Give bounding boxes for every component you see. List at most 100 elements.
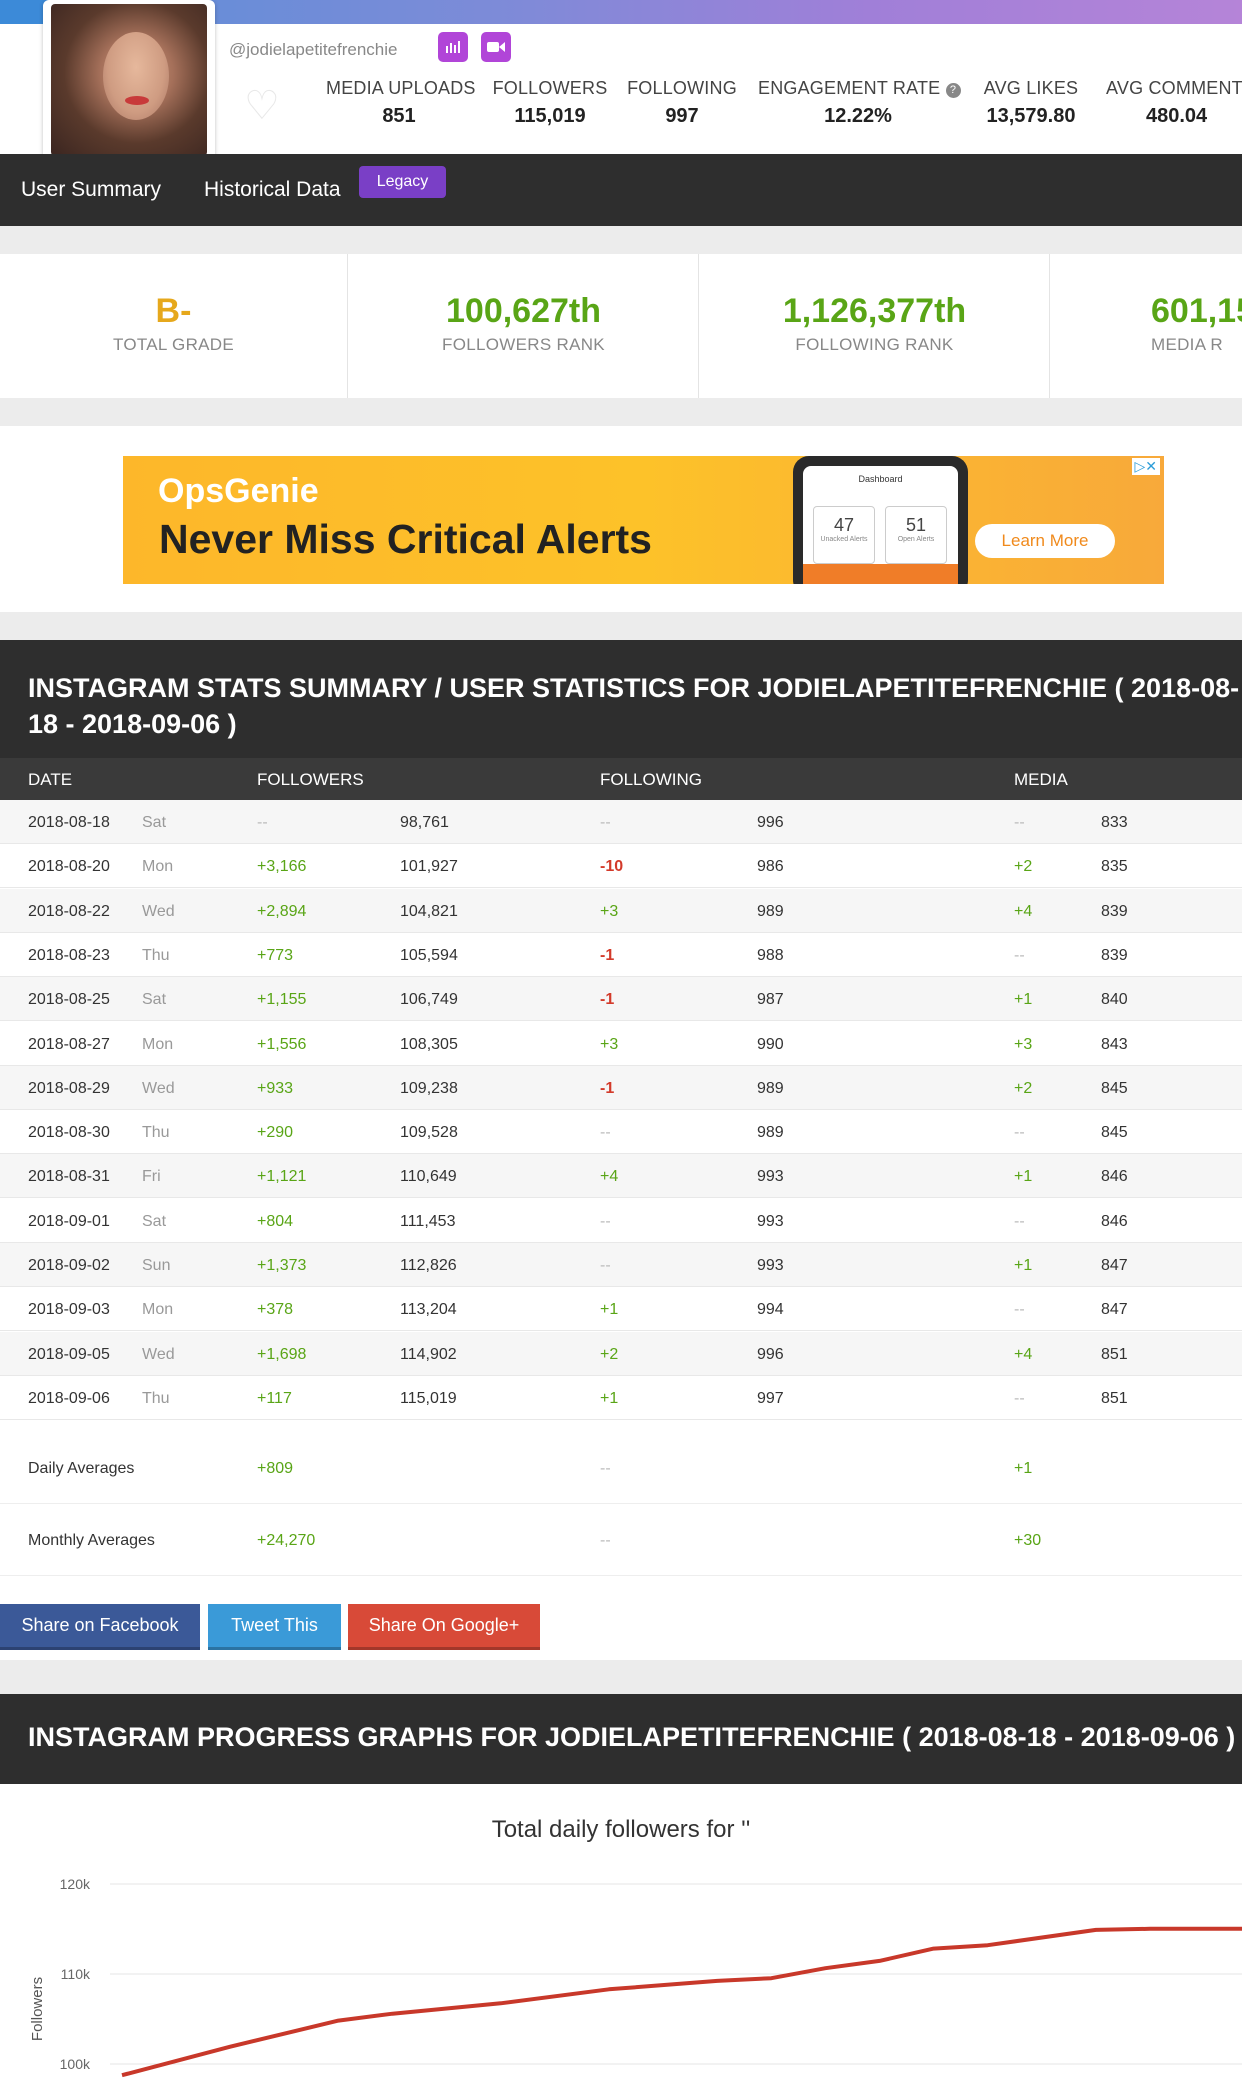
adchoices-icon[interactable]: ▷✕ bbox=[1131, 458, 1160, 475]
stats-summary: INSTAGRAM STATS SUMMARY / USER STATISTIC… bbox=[0, 612, 1242, 1660]
stat-media-uploads: MEDIA UPLOADS 851 bbox=[326, 78, 476, 127]
cell-date: 2018-08-30 bbox=[28, 1124, 110, 1142]
cell-media: 847 bbox=[1101, 1301, 1128, 1319]
cell-media: 846 bbox=[1101, 1212, 1128, 1230]
cell-gchg: -- bbox=[600, 814, 611, 831]
cell-media: 845 bbox=[1101, 1079, 1128, 1097]
learn-more-button[interactable]: Learn More bbox=[975, 524, 1115, 558]
cell-day: Sun bbox=[142, 1257, 171, 1274]
cell-mchg: -- bbox=[1014, 814, 1025, 831]
top-nav: User Summary Historical Data Legacy bbox=[0, 154, 1242, 226]
cell-fol: 108,305 bbox=[400, 1035, 458, 1053]
help-icon[interactable]: ? bbox=[945, 83, 961, 98]
stat-avg-likes: AVG LIKES 13,579.80 bbox=[983, 78, 1079, 127]
avatar[interactable] bbox=[43, 0, 215, 164]
cell-day: Mon bbox=[142, 858, 174, 876]
stat-engagement-rate: ENGAGEMENT RATE ? 12.22% bbox=[758, 78, 961, 128]
cell-gchg: +3 bbox=[600, 1035, 619, 1053]
daily-averages-row: Daily Averages +809 -- +1 bbox=[0, 1432, 1242, 1504]
cell-fol: 109,238 bbox=[400, 1079, 458, 1097]
cell-fol: 98,761 bbox=[400, 814, 449, 831]
followers-series-line bbox=[121, 1926, 1242, 2078]
cell-mchg: +3 bbox=[1014, 1035, 1033, 1053]
cell-media: 839 bbox=[1101, 946, 1128, 964]
cell-fchg: +290 bbox=[257, 1124, 294, 1142]
heart-icon[interactable]: ♡ bbox=[244, 86, 284, 126]
cell-date: 2018-08-18 bbox=[28, 814, 110, 831]
stat-followers: FOLLOWERS 115,019 bbox=[492, 78, 608, 127]
cell-mchg: +1 bbox=[1014, 991, 1033, 1009]
cell-fol: 101,927 bbox=[400, 858, 458, 876]
cell-gchg: -1 bbox=[600, 946, 615, 964]
table-row: 2018-09-02 Sun +1,373 112,826 -- 993 +1 847 bbox=[0, 1243, 1242, 1287]
stat-avg-comments: AVG COMMENTS 480.04 bbox=[1106, 78, 1242, 127]
ad-headline: Never Miss Critical Alerts bbox=[159, 516, 652, 562]
cell-fol: 110,649 bbox=[400, 1168, 457, 1186]
nav-historical-data[interactable]: Historical Data bbox=[204, 178, 341, 202]
cell-fol: 106,749 bbox=[400, 991, 458, 1009]
chart-title: Total daily followers for '' bbox=[491, 1816, 751, 1843]
cell-date: 2018-08-22 bbox=[28, 902, 110, 920]
table-row: 2018-09-05 Wed +1,698 114,902 +2 996 +4 851 bbox=[0, 1331, 1242, 1376]
legacy-badge[interactable]: Legacy bbox=[359, 166, 446, 198]
cell-fchg: +933 bbox=[257, 1079, 294, 1097]
cell-media: 847 bbox=[1101, 1257, 1128, 1274]
video-icon[interactable] bbox=[481, 32, 511, 62]
cell-gchg: +1 bbox=[600, 1389, 619, 1407]
y-axis-label: Followers bbox=[29, 1977, 46, 2041]
cell-gchg: +4 bbox=[600, 1168, 619, 1186]
cell-fing: 994 bbox=[757, 1301, 784, 1319]
table-row: 2018-08-20 Mon +3,166 101,927 -10 986 +2 835 bbox=[0, 844, 1242, 889]
progress-graphs: INSTAGRAM PROGRESS GRAPHS FOR JODIELAPET… bbox=[0, 1660, 1242, 2082]
cell-fchg: +3,166 bbox=[257, 858, 307, 876]
cell-gchg: +1 bbox=[600, 1301, 619, 1319]
cell-day: Wed bbox=[142, 902, 175, 920]
table-row: 2018-08-18 Sat -- 98,761 -- 996 -- 833 bbox=[0, 800, 1242, 844]
table-row: 2018-08-22 Wed +2,894 104,821 +3 989 +4 839 bbox=[0, 888, 1242, 933]
cell-fol: 109,528 bbox=[400, 1124, 458, 1142]
cell-fchg: +1,121 bbox=[257, 1168, 307, 1186]
cell-fchg: +117 bbox=[257, 1389, 292, 1407]
cell-day: Sat bbox=[142, 1212, 167, 1230]
cell-media: 845 bbox=[1101, 1124, 1128, 1142]
cell-day: Thu bbox=[142, 1389, 170, 1407]
bar-chart-icon[interactable] bbox=[438, 32, 468, 62]
nav-user-summary[interactable]: User Summary bbox=[21, 178, 161, 202]
cell-date: 2018-08-20 bbox=[28, 858, 110, 876]
stat-following: FOLLOWING 997 bbox=[627, 78, 737, 127]
cell-fing: 997 bbox=[757, 1389, 784, 1407]
cell-fchg: -- bbox=[257, 814, 268, 831]
cell-date: 2018-08-27 bbox=[28, 1035, 110, 1053]
cell-day: Thu bbox=[142, 1124, 170, 1142]
cell-mchg: +4 bbox=[1014, 902, 1033, 920]
table-row: 2018-09-03 Mon +378 113,204 +1 994 -- 847 bbox=[0, 1287, 1242, 1332]
grade-section: B- TOTAL GRADE 100,627th FOLLOWERS RANK 1,… bbox=[0, 226, 1242, 426]
share-google-button[interactable]: Share On Google+ bbox=[348, 1604, 540, 1650]
y-tick-label: 120k bbox=[60, 1876, 91, 1892]
ad-banner[interactable]: OpsGenie Never Miss Critical Alerts Dash… bbox=[123, 456, 1164, 584]
tweet-button[interactable]: Tweet This bbox=[208, 1604, 341, 1650]
ad-section: OpsGenie Never Miss Critical Alerts Dash… bbox=[0, 426, 1242, 612]
cell-fing: 989 bbox=[757, 1124, 784, 1142]
cell-fing: 993 bbox=[757, 1257, 784, 1274]
cell-fchg: +1,373 bbox=[257, 1257, 307, 1274]
monthly-averages-row: Monthly Averages +24,270 -- +30 bbox=[0, 1504, 1242, 1576]
share-facebook-button[interactable]: Share on Facebook bbox=[0, 1604, 200, 1650]
cell-date: 2018-09-05 bbox=[28, 1345, 110, 1363]
cell-fol: 114,902 bbox=[400, 1345, 457, 1363]
cell-fol: 115,019 bbox=[400, 1389, 457, 1407]
cell-media: 840 bbox=[1101, 991, 1128, 1009]
table-row: 2018-09-06 Thu +117 115,019 +1 997 -- 851 bbox=[0, 1376, 1242, 1420]
cell-date: 2018-09-03 bbox=[28, 1301, 110, 1319]
cell-mchg: +1 bbox=[1014, 1168, 1033, 1186]
summary-title: INSTAGRAM STATS SUMMARY / USER STATISTIC… bbox=[0, 640, 1242, 758]
cell-mchg: +4 bbox=[1014, 1345, 1033, 1363]
cell-fchg: +773 bbox=[257, 946, 294, 964]
cell-fol: 112,826 bbox=[400, 1257, 457, 1274]
cell-mchg: -- bbox=[1014, 1212, 1025, 1230]
grade-media-rank: 601,15MEDIA R bbox=[1151, 292, 1242, 354]
cell-day: Thu bbox=[142, 946, 170, 964]
followers-line-chart: 120k 110k 100k Followers bbox=[29, 1876, 1242, 2078]
cell-mchg: +2 bbox=[1014, 858, 1033, 876]
cell-gchg: -- bbox=[600, 1124, 611, 1142]
